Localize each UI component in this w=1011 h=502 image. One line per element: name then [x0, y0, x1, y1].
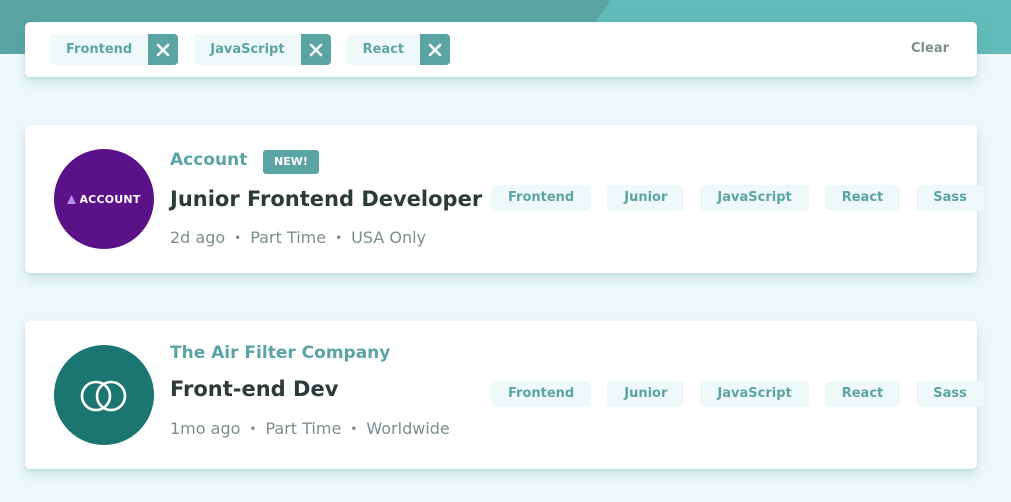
- meta-separator: •: [249, 421, 257, 436]
- filter-chip-react: React: [346, 34, 451, 65]
- meta-separator: •: [350, 421, 358, 436]
- filter-chip-label: React: [362, 42, 405, 57]
- tag-react[interactable]: React: [824, 185, 901, 211]
- job-location: Worldwide: [366, 419, 450, 438]
- tag-junior[interactable]: Junior: [607, 185, 685, 211]
- remove-filter-button[interactable]: [300, 34, 331, 65]
- remove-filter-button[interactable]: [420, 34, 451, 65]
- posted-at: 1mo ago: [170, 419, 241, 438]
- tag-javascript[interactable]: JavaScript: [700, 185, 809, 211]
- contract-type: Part Time: [265, 419, 342, 438]
- job-position[interactable]: Front-end Dev: [170, 377, 338, 401]
- close-icon: [309, 43, 322, 56]
- filter-chip-frontend: Frontend: [50, 34, 179, 65]
- company-name: The Air Filter Company: [170, 343, 391, 363]
- job-meta: 1mo ago • Part Time • Worldwide: [170, 419, 450, 438]
- tag-react[interactable]: React: [824, 381, 901, 407]
- filter-chip-label: JavaScript: [210, 42, 285, 57]
- tag-sass[interactable]: Sass: [916, 381, 984, 407]
- tag-javascript[interactable]: JavaScript: [700, 381, 809, 407]
- company-logo: [54, 345, 154, 445]
- job-location: USA Only: [351, 228, 426, 247]
- rings-icon: [80, 380, 127, 412]
- meta-separator: •: [234, 230, 242, 245]
- clear-filters-button[interactable]: Clear: [911, 41, 949, 56]
- remove-filter-button[interactable]: [148, 34, 179, 65]
- filter-chip-label: Frontend: [66, 42, 133, 57]
- tag-frontend[interactable]: Frontend: [491, 185, 592, 211]
- close-icon: [428, 43, 442, 56]
- company-name: Account: [170, 150, 248, 170]
- tag-sass[interactable]: Sass: [916, 185, 984, 211]
- job-meta: 2d ago • Part Time • USA Only: [170, 228, 426, 247]
- posted-at: 2d ago: [170, 228, 226, 247]
- logo-wordmark: ACCOUNT: [79, 192, 141, 206]
- contract-type: Part Time: [250, 228, 327, 247]
- job-tags: Frontend Junior JavaScript React Sass: [491, 381, 984, 407]
- tag-frontend[interactable]: Frontend: [491, 381, 592, 407]
- close-icon: [156, 43, 170, 56]
- company-logo: ACCOUNT: [54, 149, 154, 249]
- filter-bar: Frontend JavaScript React Clear: [25, 22, 977, 77]
- new-badge: NEW!: [263, 150, 319, 174]
- job-card[interactable]: ACCOUNT Account NEW! Junior Frontend Dev…: [25, 125, 984, 273]
- filter-chip-javascript: JavaScript: [194, 34, 331, 65]
- job-tags: Frontend Junior JavaScript React Sass: [491, 185, 984, 211]
- triangle-icon: [67, 194, 77, 204]
- meta-separator: •: [335, 230, 343, 245]
- job-card[interactable]: The Air Filter Company Front-end Dev 1mo…: [25, 321, 984, 469]
- tag-junior[interactable]: Junior: [607, 381, 685, 407]
- job-position[interactable]: Junior Frontend Developer: [170, 187, 482, 211]
